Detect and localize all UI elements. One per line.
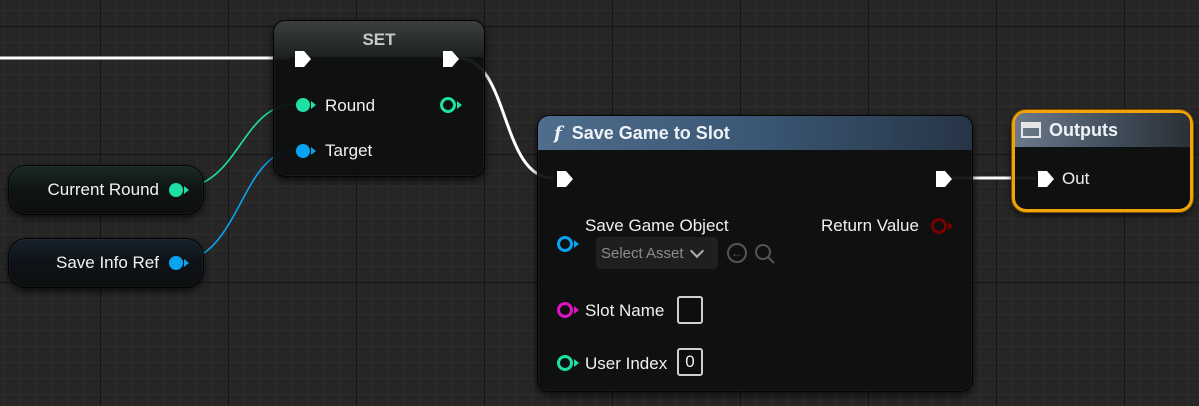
set-round-out-pin[interactable] bbox=[440, 97, 462, 113]
save-info-ref-node[interactable]: Save Info Ref bbox=[8, 238, 204, 288]
return-value-label: Return Value bbox=[821, 216, 919, 235]
user-index-pin[interactable] bbox=[557, 355, 579, 371]
window-icon bbox=[1021, 122, 1041, 138]
outputs-exec-in-pin[interactable] bbox=[1036, 169, 1056, 189]
select-asset-text: Select Asset bbox=[601, 244, 684, 262]
save-info-ref-label: Save Info Ref bbox=[55, 253, 159, 272]
outputs-node[interactable]: Outputs Out bbox=[1012, 110, 1193, 212]
set-round-label: Round bbox=[325, 96, 376, 115]
save-info-ref-pin[interactable] bbox=[169, 256, 189, 270]
function-icon: f bbox=[554, 122, 562, 144]
save-game-to-slot-title: Save Game to Slot bbox=[571, 122, 730, 143]
current-round-node[interactable]: Current Round bbox=[8, 165, 204, 215]
select-asset-dropdown[interactable]: Select Asset bbox=[596, 237, 718, 269]
outputs-header: Outputs bbox=[1015, 113, 1190, 147]
browse-asset-search-icon[interactable] bbox=[754, 243, 776, 265]
slot-name-pin[interactable] bbox=[557, 302, 579, 318]
set-exec-out-pin[interactable] bbox=[441, 49, 461, 69]
save-game-to-slot-node[interactable]: f Save Game to Slot Save Game Object Sel… bbox=[537, 115, 973, 392]
save-game-to-slot-header: f Save Game to Slot bbox=[538, 116, 972, 150]
set-round-in-pin[interactable] bbox=[296, 98, 316, 112]
use-selected-asset-icon[interactable]: ← bbox=[727, 243, 747, 263]
current-round-pin[interactable] bbox=[169, 183, 189, 197]
set-node[interactable]: SET Round Target bbox=[273, 20, 485, 177]
return-value-pin[interactable] bbox=[931, 218, 953, 234]
set-target-label: Target bbox=[325, 141, 373, 160]
slot-name-label: Slot Name bbox=[585, 301, 665, 320]
save-game-object-label: Save Game Object bbox=[585, 216, 729, 235]
set-target-pin[interactable] bbox=[296, 144, 316, 158]
save-exec-out-pin[interactable] bbox=[934, 169, 954, 189]
save-game-object-pin[interactable] bbox=[557, 236, 579, 252]
user-index-input[interactable]: 0 bbox=[677, 348, 703, 376]
out-label: Out bbox=[1062, 169, 1090, 188]
outputs-title: Outputs bbox=[1049, 119, 1118, 140]
save-exec-in-pin[interactable] bbox=[555, 169, 575, 189]
slot-name-input[interactable] bbox=[677, 296, 703, 324]
user-index-label: User Index bbox=[585, 354, 668, 373]
chevron-down-icon bbox=[689, 243, 704, 258]
current-round-label: Current Round bbox=[47, 180, 159, 199]
set-exec-in-pin[interactable] bbox=[293, 49, 313, 69]
